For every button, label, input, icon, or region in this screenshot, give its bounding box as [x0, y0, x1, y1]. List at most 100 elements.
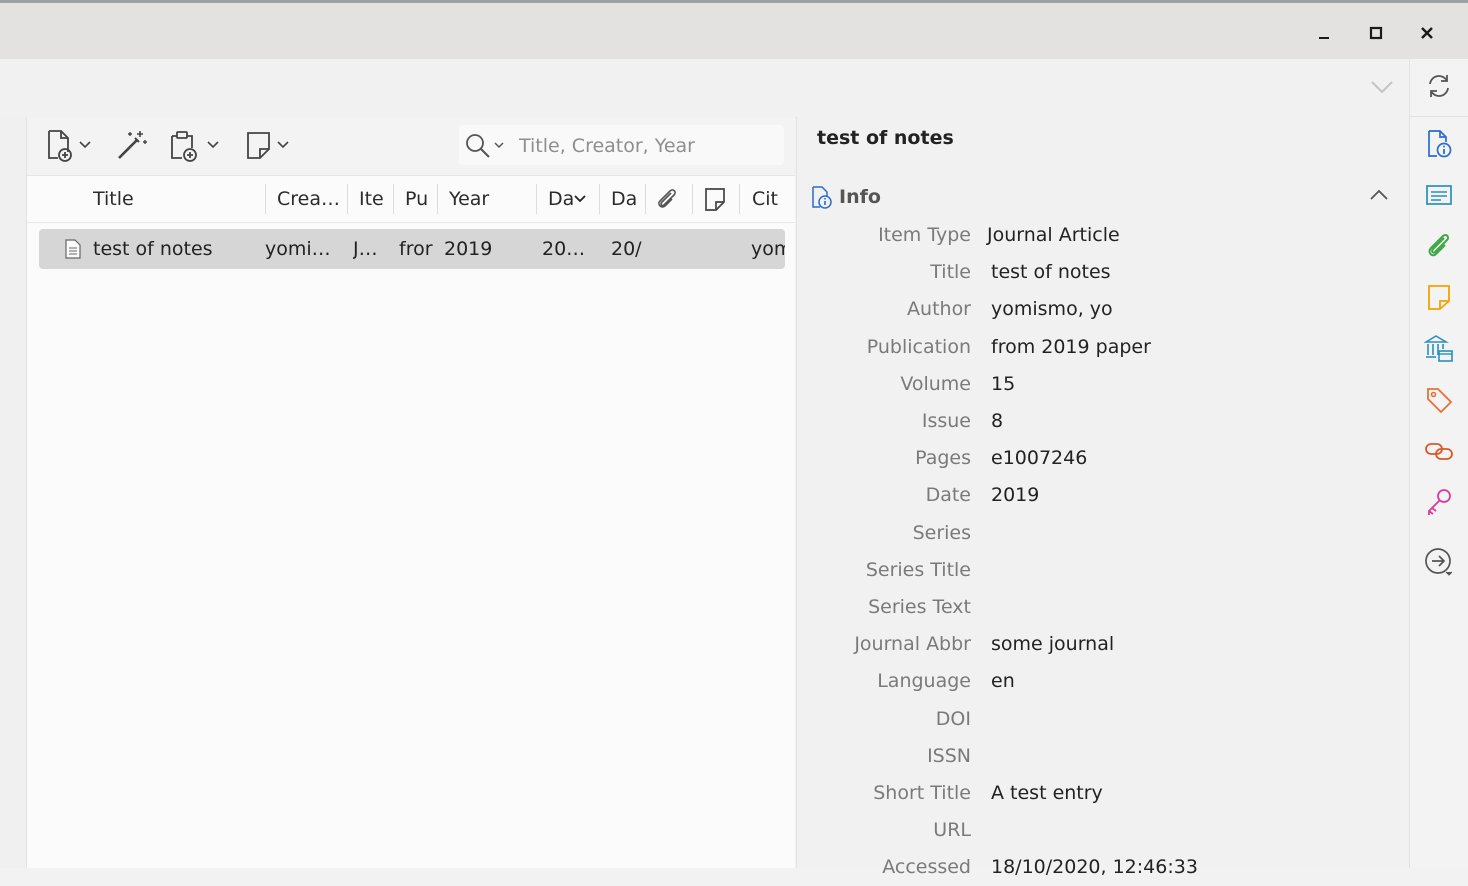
column-divider[interactable] [393, 184, 394, 214]
items-column-header: Title Crea… Ite Pu Year Da Da Cit [27, 176, 795, 223]
cell-date-added: 20… [542, 238, 586, 260]
column-divider[interactable] [692, 184, 693, 214]
info-field-row: Item Type Journal Article [797, 217, 1409, 254]
info-field-value[interactable]: 8 [991, 410, 1003, 432]
sidenav-key-button[interactable] [1422, 485, 1456, 519]
notes-icon [1428, 285, 1450, 310]
search-input[interactable] [517, 133, 776, 159]
paperclip-icon [658, 189, 676, 208]
info-field-value[interactable]: 18/10/2020, 12:46:33 [991, 856, 1198, 878]
column-title[interactable]: Title [93, 176, 265, 222]
info-field-value[interactable]: from 2019 paper [991, 336, 1151, 358]
sidenav-related-button[interactable] [1422, 434, 1456, 468]
note-icon [705, 188, 725, 211]
info-field-row: URL [797, 812, 1409, 849]
add-by-identifier-icon [118, 131, 147, 159]
info-field-value[interactable]: some journal [991, 633, 1114, 655]
column-date-added[interactable]: Da [548, 176, 598, 222]
close-button[interactable] [1409, 17, 1445, 49]
column-item-type[interactable]: Ite [359, 176, 393, 222]
column-citation[interactable]: Cit [752, 176, 795, 222]
sidenav-info-button[interactable] [1422, 127, 1456, 161]
info-field-label: Language [877, 670, 971, 693]
info-field-label: Series Title [865, 558, 971, 581]
search-box[interactable] [459, 125, 784, 165]
document-icon-cell [65, 229, 85, 269]
info-field-label: Series Text [868, 596, 971, 618]
items-pane: Title Crea… Ite Pu Year Da Da Cit [27, 117, 795, 868]
column-creator[interactable]: Crea… [277, 176, 345, 222]
info-field-value[interactable]: e1007246 [991, 447, 1087, 469]
table-row[interactable]: test of notes yomi… J… fror 2019 20… 20/… [39, 229, 785, 269]
minimize-button[interactable] [1306, 17, 1342, 49]
cell-citation: yom [751, 238, 785, 260]
info-field-row: DOI [797, 701, 1409, 738]
info-field-label: Series [912, 521, 971, 544]
info-field-label: Pages [915, 447, 971, 470]
cell-item-type: J… [353, 238, 378, 260]
column-divider[interactable] [536, 184, 537, 214]
sidenav-abstract-button[interactable] [1422, 178, 1456, 212]
column-date-added-label: Da [548, 188, 575, 210]
info-field-value[interactable]: 2019 [991, 484, 1039, 506]
info-section-header[interactable]: Info [811, 185, 881, 209]
column-date-modified[interactable]: Da [611, 176, 643, 222]
related-icon [1425, 443, 1453, 460]
info-field-value[interactable]: test of notes [991, 261, 1111, 283]
info-field-value[interactable]: Journal Article [987, 224, 1120, 246]
info-field-row: Pages e1007246 [797, 440, 1409, 477]
chevron-down-icon [207, 141, 219, 149]
info-field-row: Date 2019 [797, 477, 1409, 514]
info-field-value[interactable]: yomismo, yo [991, 298, 1113, 320]
chevron-down-icon [494, 142, 504, 149]
sync-button[interactable] [1422, 69, 1456, 103]
chevron-down-icon [79, 141, 91, 149]
column-publication-label: Pu [405, 188, 429, 210]
sidenav-notes-button[interactable] [1422, 280, 1456, 314]
maximize-button[interactable] [1358, 17, 1394, 49]
libraries-collections-icon [1424, 335, 1453, 362]
add-by-identifier-button[interactable] [115, 127, 149, 163]
column-divider[interactable] [645, 184, 646, 214]
search-icon [466, 134, 490, 158]
new-attachment-button[interactable] [169, 127, 219, 163]
info-icon [812, 186, 832, 209]
cell-year: 2019 [444, 238, 493, 260]
sidenav-attachments-button[interactable] [1422, 229, 1456, 263]
column-year-label: Year [449, 188, 490, 210]
maximize-icon [1369, 26, 1383, 40]
new-note-icon [247, 132, 270, 159]
column-divider[interactable] [265, 184, 266, 214]
column-attachments[interactable] [655, 176, 683, 222]
column-divider[interactable] [739, 184, 740, 214]
info-field-value[interactable]: 15 [991, 373, 1015, 395]
sidenav-locate-button[interactable] [1422, 545, 1456, 579]
info-field-value[interactable]: en [991, 670, 1015, 692]
minimize-icon [1319, 37, 1329, 39]
sidenav-libraries-button[interactable] [1422, 331, 1456, 365]
info-field-row: Author yomismo, yo [797, 291, 1409, 328]
main-toolbar [0, 59, 1408, 118]
search-mode-button[interactable] [465, 133, 504, 159]
info-field-label: ISSN [927, 744, 971, 767]
info-field-value[interactable]: A test entry [991, 782, 1103, 804]
info-field-row: Journal Abbr some journal [797, 626, 1409, 663]
new-note-button[interactable] [245, 127, 289, 163]
new-item-button[interactable] [45, 127, 91, 163]
collapse-pane-button[interactable] [1366, 73, 1398, 101]
sidenav-tags-button[interactable] [1422, 383, 1456, 417]
sync-icon [1429, 75, 1449, 97]
cell-date-modified: 20/ [611, 238, 642, 260]
info-field-row: Series Title [797, 552, 1409, 589]
column-notes[interactable] [703, 176, 731, 222]
column-year[interactable]: Year [449, 176, 529, 222]
document-icon [65, 239, 81, 259]
column-divider[interactable] [599, 184, 600, 214]
column-divider[interactable] [437, 184, 438, 214]
column-title-label: Title [93, 188, 134, 210]
info-field-label: Title [930, 261, 971, 284]
column-divider[interactable] [347, 184, 348, 214]
collapse-section-button[interactable] [1369, 187, 1389, 206]
window-title-bar [0, 3, 1468, 59]
column-publication[interactable]: Pu [405, 176, 435, 222]
